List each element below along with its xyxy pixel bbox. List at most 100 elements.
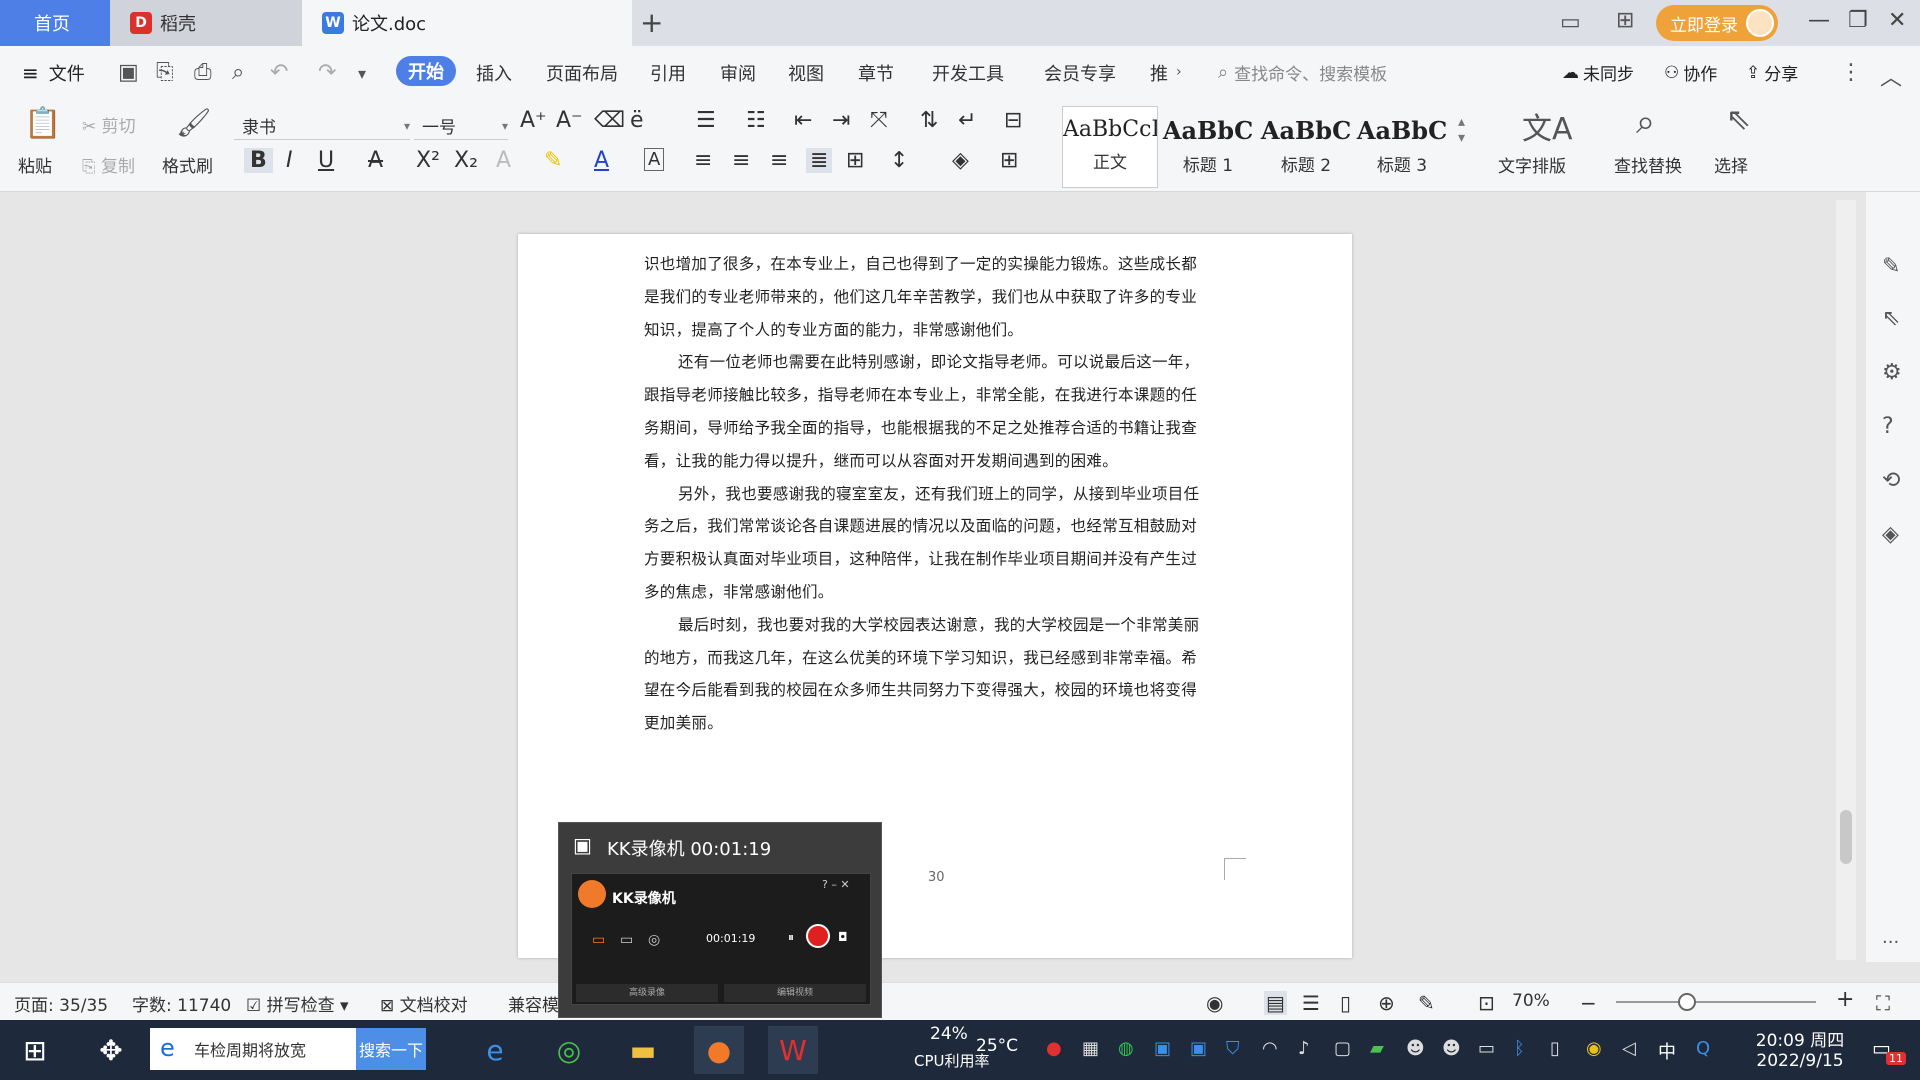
menu-start[interactable]: 开始 <box>396 56 456 86</box>
zoom-in-icon[interactable]: + <box>1836 987 1854 1012</box>
sync-status[interactable]: ☁ 未同步 <box>1562 60 1634 86</box>
collab-button[interactable]: ⚇ 协作 <box>1664 60 1717 86</box>
copy-button[interactable]: ⎘ 复制 <box>82 152 135 177</box>
decrease-indent-icon[interactable]: ⇤ <box>794 108 812 133</box>
styles-scroll-icon[interactable]: ▴ ▾ <box>1458 114 1465 146</box>
line-spacing-icon[interactable]: ↕ <box>890 148 908 173</box>
layout-icon[interactable]: ▭ <box>1560 10 1581 35</box>
ime-indicator[interactable]: 中 <box>1658 1038 1676 1064</box>
outline-view-icon[interactable]: ☰ <box>1302 991 1320 1015</box>
kk-recorder-icon[interactable]: ● <box>694 1026 744 1074</box>
italic-icon[interactable]: I <box>286 148 293 173</box>
apps-grid-icon[interactable]: ⊞ <box>1616 8 1634 33</box>
menu-view[interactable]: 视图 <box>788 60 824 86</box>
borders-icon[interactable]: ⊞ <box>1000 148 1018 173</box>
highlight-icon[interactable]: ✎ <box>544 148 562 173</box>
edit-pen-icon[interactable]: ✎ <box>1882 254 1900 279</box>
wifi-icon[interactable]: ◠ <box>1262 1038 1278 1059</box>
battery-icon[interactable]: ▭ <box>1478 1038 1495 1059</box>
qq2-icon[interactable]: ☻ <box>1442 1038 1461 1059</box>
cut-button[interactable]: ✂ 剪切 <box>82 112 136 137</box>
menu-reference[interactable]: 引用 <box>650 60 686 86</box>
distributed-icon[interactable]: ⊞ <box>846 148 864 173</box>
menu-review[interactable]: 审阅 <box>720 60 756 86</box>
adjust-icon[interactable]: ⚙ <box>1882 360 1902 385</box>
underline-icon[interactable]: U <box>318 148 334 173</box>
text-layout-label[interactable]: 文字排版 <box>1498 152 1566 177</box>
text-layout-icon[interactable]: 文A <box>1522 104 1573 148</box>
menu-developer[interactable]: 开发工具 <box>932 60 1004 86</box>
tab-stop-icon[interactable]: ⊟ <box>1004 108 1022 133</box>
justify-icon[interactable]: ≣ <box>806 148 833 173</box>
menu-chapter[interactable]: 章节 <box>858 60 894 86</box>
select-label[interactable]: 选择 <box>1714 152 1748 177</box>
menu-recommend[interactable]: 推 <box>1150 60 1168 86</box>
strikethrough-icon[interactable]: A <box>368 148 383 173</box>
taskbar-search-input[interactable]: e 车检周期将放宽 <box>150 1028 356 1070</box>
restore-icon[interactable]: ❐ <box>1848 8 1868 33</box>
share-button[interactable]: ⇪ 分享 <box>1746 60 1798 86</box>
format-painter-label[interactable]: 格式刷 <box>162 152 213 177</box>
kk-recorder-preview[interactable]: ▣ KK录像机 00:01:19 KK录像机 ? – ✕ ▭ ▭ ◎ 00:01… <box>558 822 882 1018</box>
superscript-icon[interactable]: X² <box>416 148 440 173</box>
tray-blue-icon[interactable]: ▣ <box>1154 1038 1171 1059</box>
tray-mask-icon[interactable]: ● <box>1046 1038 1062 1059</box>
close-icon[interactable]: ✕ <box>1888 8 1906 33</box>
menu-page-layout[interactable]: 页面布局 <box>546 60 618 86</box>
save-icon[interactable]: ▣ <box>118 60 139 85</box>
print-icon[interactable]: ⎙ <box>194 60 212 85</box>
zoom-slider[interactable] <box>1616 993 1816 1011</box>
cursor-icon[interactable]: ⇖ <box>1882 306 1900 331</box>
sort-icon[interactable]: ⇅ <box>920 108 938 133</box>
page-view-icon[interactable]: ▤ <box>1264 991 1287 1015</box>
align-right-icon[interactable]: ≡ <box>770 148 788 173</box>
grow-font-icon[interactable]: A⁺ <box>520 108 547 133</box>
pinyin-icon[interactable]: ё <box>630 108 644 133</box>
fullscreen-icon[interactable]: ⛶ <box>1876 991 1890 1015</box>
file-explorer-icon[interactable]: ▬ <box>618 1026 668 1074</box>
shield-icon[interactable]: ⛉ <box>1226 1038 1240 1059</box>
tab-daoke[interactable]: D 稻壳 <box>110 0 302 46</box>
style-heading-2[interactable]: AaBbC 标题 2 <box>1258 106 1354 188</box>
subscript-icon[interactable]: X₂ <box>454 148 478 173</box>
font-size-select[interactable]: 一号 ▾ <box>414 112 508 140</box>
fit-page-icon[interactable]: ⊡ <box>1478 991 1495 1015</box>
numbered-list-icon[interactable]: ☷ <box>746 108 766 133</box>
web-view-icon[interactable]: ⊕ <box>1378 991 1395 1015</box>
nvidia-icon[interactable]: ▰ <box>1370 1038 1384 1059</box>
chevron-right-icon[interactable]: › <box>1176 64 1182 80</box>
menu-insert[interactable]: 插入 <box>476 60 512 86</box>
paste-label[interactable]: 粘贴 <box>18 152 52 177</box>
usb-icon[interactable]: ▯ <box>1550 1038 1560 1059</box>
zoom-out-icon[interactable]: − <box>1580 991 1597 1015</box>
more-vertical-icon[interactable]: ⋮ <box>1840 60 1862 85</box>
customize-dropdown-icon[interactable]: ▾ <box>358 64 366 83</box>
new-tab-button[interactable]: + <box>640 6 663 39</box>
text-effect-icon[interactable]: A <box>496 148 511 173</box>
font-name-select[interactable]: 隶书 ▾ <box>234 112 410 140</box>
notification-bell-icon[interactable]: ♪ <box>1298 1038 1310 1059</box>
more-horizontal-icon[interactable]: ··· <box>1882 932 1899 953</box>
zoom-level[interactable]: 70% <box>1512 991 1550 1011</box>
zoom-slider-thumb[interactable] <box>1678 993 1696 1011</box>
login-button[interactable]: 立即登录 <box>1656 5 1778 41</box>
backup-icon[interactable]: ⟲ <box>1882 468 1900 493</box>
tab-document[interactable]: W 论文.doc <box>302 0 632 46</box>
find-replace-icon[interactable]: ⌕ <box>1636 102 1655 142</box>
tray-calc-icon[interactable]: ▦ <box>1082 1038 1099 1059</box>
align-center-icon[interactable]: ≡ <box>732 148 750 173</box>
shading-icon[interactable]: ◈ <box>952 148 969 173</box>
find-replace-label[interactable]: 查找替换 <box>1614 152 1682 177</box>
tray-blue2-icon[interactable]: ▣ <box>1190 1038 1207 1059</box>
doc-proof[interactable]: ⊠ 文档校对 <box>380 991 468 1016</box>
chinese-layout-icon[interactable]: ⤧ <box>870 108 888 133</box>
browser-360-icon[interactable]: ◎ <box>544 1026 594 1074</box>
format-painter-icon[interactable]: 🖌 <box>176 106 212 139</box>
reading-view-icon[interactable]: ▯ <box>1340 991 1351 1015</box>
tray-q-icon[interactable]: Q <box>1696 1038 1710 1059</box>
page-count[interactable]: 页面: 35/35 <box>14 991 108 1016</box>
location-icon[interactable]: ◈ <box>1882 522 1899 547</box>
print-preview-icon[interactable]: ⌕ <box>232 60 244 85</box>
undo-icon[interactable]: ↶ <box>270 60 288 85</box>
write-view-icon[interactable]: ✎ <box>1418 991 1435 1015</box>
